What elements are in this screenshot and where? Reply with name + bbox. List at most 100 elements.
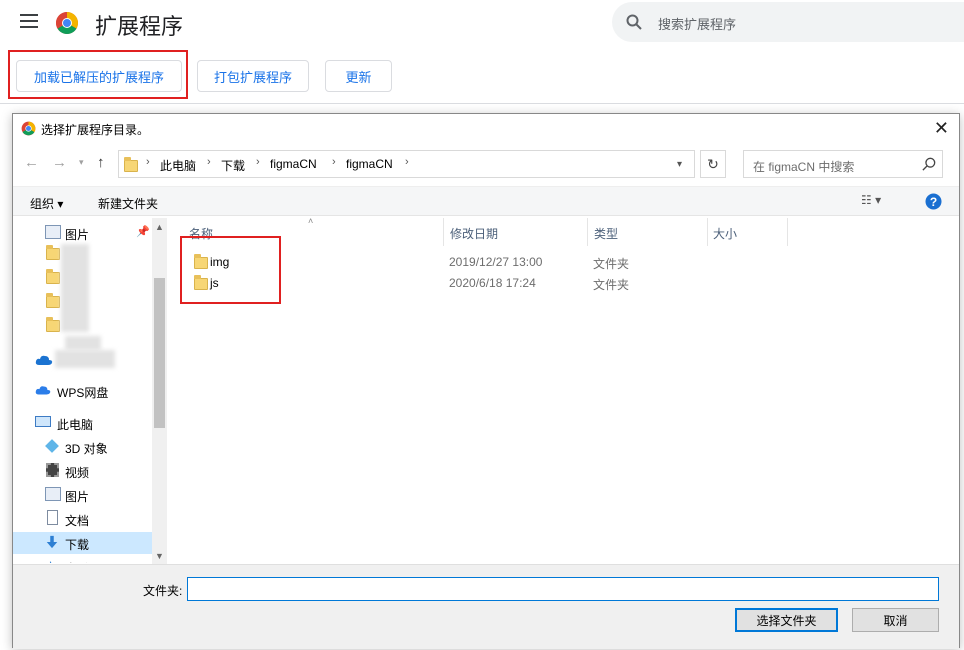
blurred-region <box>61 244 89 332</box>
nav-label: 音乐 <box>65 560 89 563</box>
folder-name-input[interactable] <box>187 577 939 601</box>
chrome-logo-icon <box>56 12 78 34</box>
extensions-search[interactable]: 搜索扩展程序 <box>612 2 964 42</box>
folder-icon <box>46 269 60 284</box>
download-arrow-icon <box>46 535 58 549</box>
scrollbar-thumb[interactable] <box>154 278 165 428</box>
nav-item-3d-objects[interactable]: 3D 对象 <box>13 436 153 458</box>
breadcrumb-segment[interactable]: 下载 <box>221 157 245 174</box>
blurred-region <box>65 336 101 350</box>
extensions-header: 扩展程序 搜索扩展程序 <box>0 0 964 46</box>
chevron-down-icon[interactable]: ▾ <box>677 159 682 170</box>
refresh-icon[interactable]: ↻ <box>700 150 726 178</box>
cube-icon <box>45 439 59 453</box>
select-folder-button[interactable]: 选择文件夹 <box>735 608 838 632</box>
file-name: img <box>210 255 230 269</box>
scroll-up-icon[interactable]: ▲ <box>155 222 164 232</box>
onedrive-icon <box>35 355 53 365</box>
nav-item-videos[interactable]: 视频 <box>13 460 153 482</box>
column-divider[interactable] <box>587 218 588 246</box>
column-size[interactable]: 大小 <box>713 225 737 242</box>
forward-arrow-icon[interactable]: → <box>52 154 67 171</box>
dialog-titlebar: 选择扩展程序目录。 ✕ <box>13 114 959 144</box>
file-row[interactable]: js 2020/6/18 17:24 文件夹 <box>178 273 758 294</box>
nav-item-this-pc[interactable]: 此电脑 <box>13 412 153 434</box>
navigation-row: ← → ▾ ↑ › 此电脑 › 下载 › figmaCN › figmaCN ›… <box>13 148 959 180</box>
file-list-pane: ˄ 名称 修改日期 类型 大小 img 2019/12/27 13:00 文件夹… <box>168 216 961 563</box>
file-date: 2020/6/18 17:24 <box>449 276 536 290</box>
new-folder-button[interactable]: 新建文件夹 <box>98 195 158 212</box>
folder-search-input[interactable]: 在 figmaCN 中搜索 <box>743 150 943 178</box>
address-bar[interactable]: › 此电脑 › 下载 › figmaCN › figmaCN › ▾ <box>118 150 695 178</box>
chevron-right-icon: › <box>207 156 211 168</box>
search-icon <box>922 157 936 171</box>
nav-label: 文档 <box>65 514 90 528</box>
video-icon <box>46 463 59 477</box>
folder-icon <box>46 293 60 308</box>
scroll-down-icon[interactable]: ▼ <box>155 551 164 561</box>
organize-label: 组织 <box>30 197 55 211</box>
nav-scrollbar[interactable]: ▲ ▼ <box>152 218 167 564</box>
nav-label: 此电脑 <box>57 418 94 432</box>
nav-label: 图片 <box>65 490 90 504</box>
nav-label: 视频 <box>65 466 90 480</box>
file-date: 2019/12/27 13:00 <box>449 255 543 269</box>
breadcrumb-segment[interactable]: figmaCN <box>270 157 317 171</box>
chevron-right-icon: › <box>146 156 150 168</box>
computer-icon <box>35 416 51 427</box>
nav-item-pictures[interactable]: 图片 <box>13 484 153 506</box>
folder-search-placeholder: 在 figmaCN 中搜索 <box>753 160 855 174</box>
chrome-small-icon <box>21 121 36 136</box>
organize-button[interactable]: 组织 ▾ <box>30 195 63 212</box>
pin-icon: 📌 <box>136 226 150 238</box>
view-options-icon[interactable]: ☷ ▾ <box>861 193 881 207</box>
column-divider[interactable] <box>443 218 444 246</box>
column-divider[interactable] <box>787 218 788 246</box>
nav-label: 3D 对象 <box>65 442 108 456</box>
column-type[interactable]: 类型 <box>594 225 618 242</box>
command-bar: 组织 ▾ 新建文件夹 ☷ ▾ ? <box>13 186 959 216</box>
file-type: 文件夹 <box>593 278 630 292</box>
up-arrow-icon[interactable]: ↑ <box>97 154 105 171</box>
folder-icon <box>124 157 138 172</box>
cancel-button[interactable]: 取消 <box>852 608 939 632</box>
column-name[interactable]: 名称 <box>189 225 213 242</box>
column-divider[interactable] <box>707 218 708 246</box>
picture-icon <box>45 487 61 501</box>
back-arrow-icon[interactable]: ← <box>24 154 39 171</box>
close-icon[interactable]: ✕ <box>934 118 949 139</box>
folder-icon <box>194 254 208 269</box>
pack-extension-button[interactable]: 打包扩展程序 <box>197 60 309 92</box>
picture-icon <box>45 225 61 239</box>
nav-item-documents[interactable]: 文档 <box>13 508 153 530</box>
nav-item-quick-pictures[interactable]: 图片 📌 <box>13 222 153 244</box>
folder-picker-dialog: 选择扩展程序目录。 ✕ ← → ▾ ↑ › 此电脑 › 下载 › figmaCN… <box>12 113 961 649</box>
file-type: 文件夹 <box>593 257 630 271</box>
dialog-footer: 文件夹: 选择文件夹 取消 <box>13 564 959 649</box>
nav-item-downloads[interactable]: 下载 <box>13 532 152 554</box>
file-row[interactable]: img 2019/12/27 13:00 文件夹 <box>178 252 758 273</box>
nav-label: 下载 <box>65 538 90 552</box>
breadcrumb-segment[interactable]: 此电脑 <box>160 157 196 174</box>
update-button[interactable]: 更新 <box>325 60 392 92</box>
chevron-right-icon: › <box>405 156 409 168</box>
chevron-right-icon: › <box>332 156 336 168</box>
wps-cloud-icon <box>35 386 51 395</box>
file-name: js <box>210 276 219 290</box>
page-title: 扩展程序 <box>95 14 184 39</box>
folder-icon <box>46 317 60 332</box>
svg-text:?: ? <box>930 195 937 209</box>
help-icon[interactable]: ? <box>925 193 942 210</box>
dialog-title: 选择扩展程序目录。 <box>41 123 150 137</box>
load-unpacked-button[interactable]: 加载已解压的扩展程序 <box>16 60 182 92</box>
music-icon: ♪ <box>47 557 63 563</box>
blurred-region <box>55 350 115 368</box>
column-date[interactable]: 修改日期 <box>450 225 498 242</box>
recent-dropdown-icon[interactable]: ▾ <box>79 157 84 168</box>
breadcrumb-segment[interactable]: figmaCN <box>346 157 393 171</box>
hamburger-icon[interactable] <box>20 14 38 28</box>
nav-item-wps[interactable]: WPS网盘 <box>13 380 153 402</box>
search-icon <box>626 14 642 30</box>
nav-item-music[interactable]: ♪ 音乐 <box>13 556 153 563</box>
folder-label: 文件夹: <box>143 584 183 598</box>
